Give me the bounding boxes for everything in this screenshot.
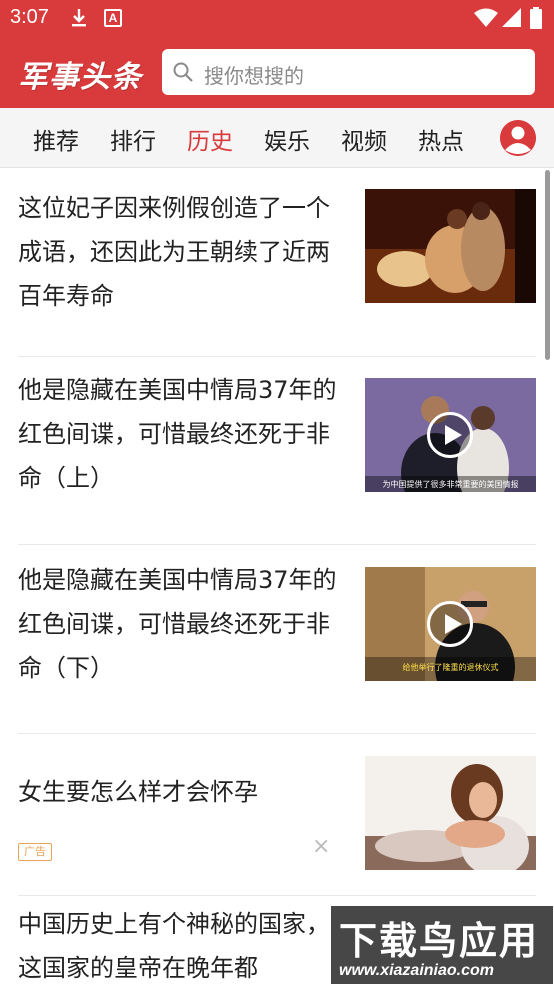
news-title: 他是隐藏在美国中情局37年的红色间谍，可惜最终还死于非命（下） <box>18 566 337 682</box>
video-caption: 给他举行了隆重的退休仪式 <box>402 663 499 672</box>
news-item[interactable]: 这位妃子因来例假创造了一个成语，还因此为王朝续了近两百年寿命 <box>18 186 536 316</box>
status-time: 3:07 <box>10 6 49 28</box>
search-placeholder: 搜你想搜的 <box>204 64 304 88</box>
news-item[interactable]: 他是隐藏在美国中情局37年的红色间谍，可惜最终还死于非命（上） 为中国提供了很多… <box>18 368 536 498</box>
app-logo: 军事头条 <box>18 60 142 95</box>
close-icon[interactable]: × <box>312 834 330 859</box>
ad-thumbnail <box>365 756 536 870</box>
download-icon <box>72 9 86 27</box>
ad-badge: 广告 <box>18 843 52 861</box>
video-thumbnail: 为中国提供了很多非常重要的美国情报 <box>365 378 536 492</box>
video-caption: 为中国提供了很多非常重要的美国情报 <box>382 480 519 489</box>
ad-item[interactable]: 女生要怎么样才会怀孕 广告 × <box>18 756 536 886</box>
news-item[interactable]: 他是隐藏在美国中情局37年的红色间谍，可惜最终还死于非命（下） 给他举行了隆重的… <box>18 558 536 688</box>
app-header: 3:07 A 军事头条 搜你想搜的 <box>0 0 554 108</box>
status-bar: 3:07 A <box>0 0 554 38</box>
news-title: 中国历史上有个神秘的国家，这国家的皇帝在晚年都 <box>18 910 330 982</box>
watermark-url: www.xiazainiao.com <box>339 962 495 979</box>
signal-icon <box>502 8 521 27</box>
ad-title: 女生要怎么样才会怀孕 <box>18 778 258 806</box>
news-title: 这位妃子因来例假创造了一个成语，还因此为王朝续了近两百年寿命 <box>18 194 330 310</box>
divider <box>18 356 536 357</box>
tab-recommend[interactable]: 推荐 <box>33 122 79 156</box>
user-avatar-icon[interactable] <box>500 120 536 156</box>
divider <box>18 733 536 734</box>
divider <box>18 544 536 545</box>
category-tabs: 推荐 排行 历史 娱乐 视频 热点 <box>0 108 554 168</box>
news-thumbnail <box>365 189 536 303</box>
accessibility-app-icon: A <box>104 9 122 27</box>
news-title: 他是隐藏在美国中情局37年的红色间谍，可惜最终还死于非命（上） <box>18 376 337 492</box>
search-bar[interactable]: 搜你想搜的 <box>162 49 535 95</box>
wifi-icon <box>474 8 498 27</box>
watermark-text: 下载鸟应用 <box>339 919 540 963</box>
tab-ranking[interactable]: 排行 <box>110 122 156 156</box>
scrollbar[interactable] <box>545 170 550 360</box>
tab-history[interactable]: 历史 <box>187 122 233 156</box>
battery-icon <box>530 7 542 29</box>
play-icon[interactable] <box>427 601 473 647</box>
play-icon[interactable] <box>427 412 473 458</box>
divider <box>18 895 536 896</box>
search-icon <box>173 62 193 82</box>
tab-entertainment[interactable]: 娱乐 <box>264 122 310 156</box>
news-feed: 这位妃子因来例假创造了一个成语，还因此为王朝续了近两百年寿命 他是隐藏在美国中情… <box>0 168 554 984</box>
tab-video[interactable]: 视频 <box>341 122 387 156</box>
video-thumbnail: 给他举行了隆重的退休仪式 <box>365 567 536 681</box>
tab-hot[interactable]: 热点 <box>418 122 464 156</box>
watermark-logo: 下载鸟应用 www.xiazainiao.com <box>331 906 553 984</box>
